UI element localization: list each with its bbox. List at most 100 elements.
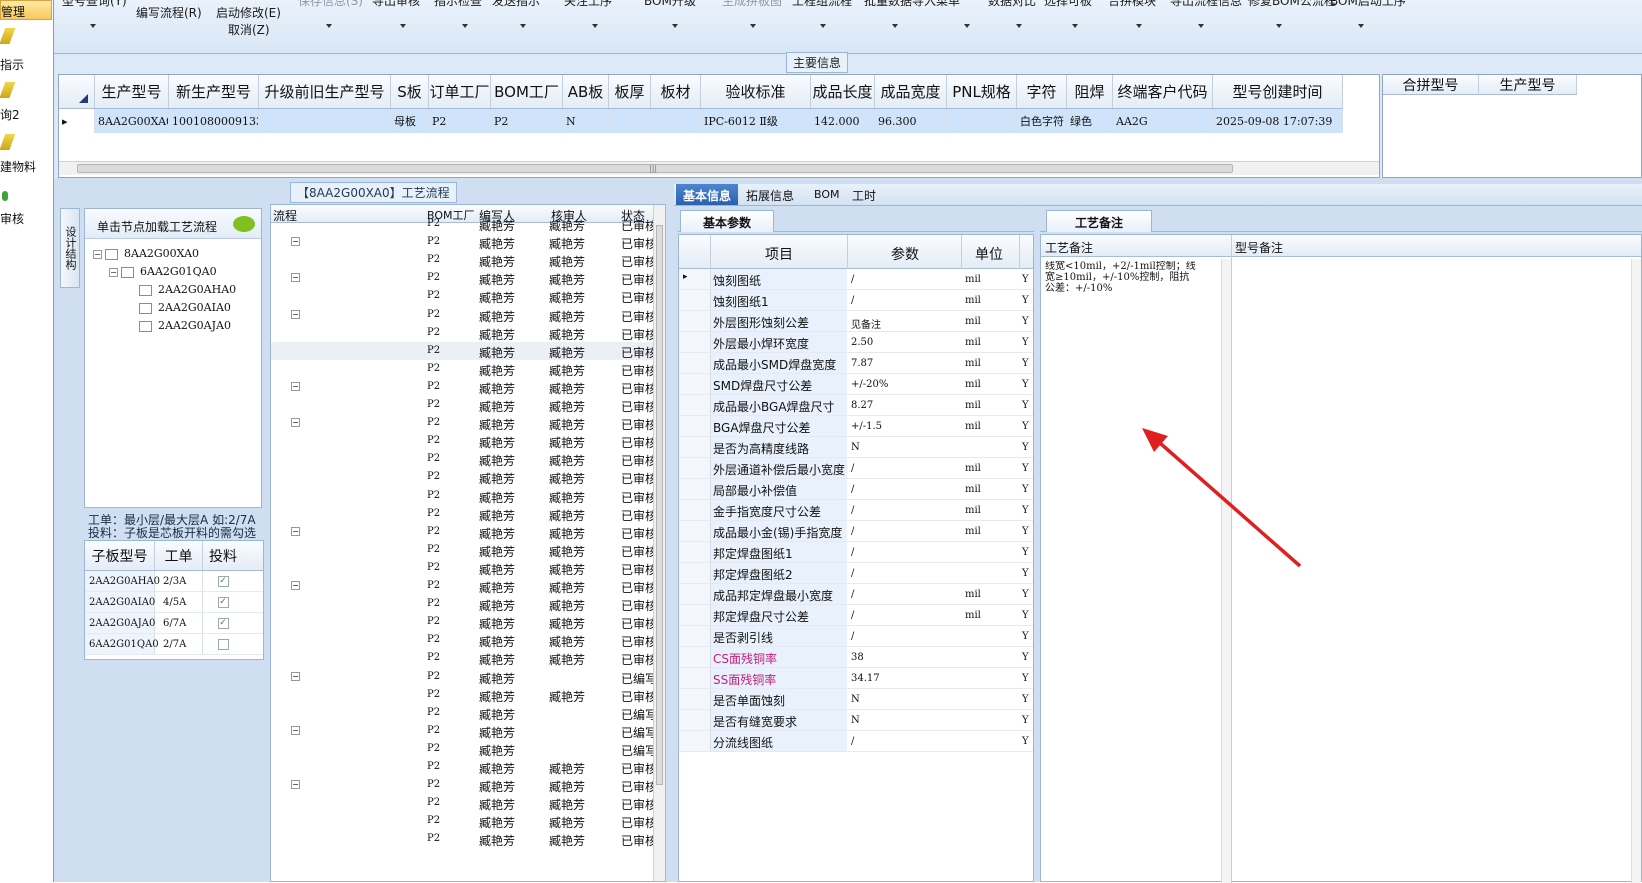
param-row[interactable]: 成品邦定焊盘最小宽度 / mil Y	[679, 584, 1033, 605]
flow-row[interactable]: 沉金1P2臧艳芳臧艳芳已审核	[271, 631, 655, 649]
tab-process-notes[interactable]: 工艺备注	[1046, 210, 1153, 232]
param-row[interactable]: 蚀刻图纸1 / mil Y	[679, 290, 1033, 311]
table-cell[interactable]: 白色字符	[1017, 109, 1067, 133]
table-cell[interactable]: 母板	[391, 109, 429, 133]
horizontal-scrollbar[interactable]: |||	[59, 161, 1379, 175]
dropdown-caret-icon[interactable]	[1072, 24, 1078, 28]
column-header[interactable]: 字符	[1017, 75, 1067, 108]
param-row[interactable]: 邦定焊盘图纸1 / Y	[679, 542, 1033, 563]
param-value[interactable]: /	[851, 568, 854, 579]
column-header[interactable]: BOM工厂	[491, 75, 563, 108]
param-value[interactable]: 38	[851, 652, 864, 663]
start-modify-button[interactable]: 启动修改(E)	[216, 4, 281, 21]
col-order[interactable]: 工单	[155, 541, 203, 570]
tab-basic-info[interactable]: 基本信息	[676, 184, 739, 205]
column-header[interactable]: 终端客户代码	[1113, 75, 1213, 108]
flow-row[interactable]: 字符P2臧艳芳臧艳芳已审核	[271, 541, 655, 559]
param-row[interactable]: 是否单面蚀刻 N Y	[679, 689, 1033, 710]
checkbox[interactable]: ✓	[217, 596, 229, 608]
column-header[interactable]: 成品宽度	[875, 75, 947, 108]
param-value[interactable]: 2.50	[851, 337, 873, 348]
ribbon-button[interactable]: 型号查询(Y)	[62, 0, 127, 9]
column-header[interactable]: PNL规格	[947, 75, 1017, 108]
ribbon-button[interactable]: 批量数据导入	[864, 0, 936, 9]
ribbon-button[interactable]: 指示检查	[434, 0, 482, 9]
column-header[interactable]: 阻焊	[1067, 75, 1113, 108]
param-row[interactable]: 金手指宽度尺寸公差 / mil Y	[679, 500, 1033, 521]
ribbon-button[interactable]: BOM启动工序	[1330, 0, 1406, 9]
param-value[interactable]: /	[851, 589, 854, 600]
table-cell[interactable]: 8AA2G00XA0	[95, 109, 169, 133]
process-note-text[interactable]: 线宽<10mil，+2/-1mil控制；线 宽≥10mil，+/-10%控制，阻…	[1045, 261, 1221, 294]
flow-row[interactable]: 功能检查P2臧艳芳臧艳芳已审核	[271, 794, 655, 812]
flow-row[interactable]: 图形电镀1P2臧艳芳臧艳芳已审核	[271, 287, 655, 305]
flow-row[interactable]: 碱性蚀刻1P2臧艳芳臧艳芳已审核	[271, 341, 655, 360]
dropdown-caret-icon[interactable]	[672, 24, 678, 28]
tab-hours[interactable]: 工时	[852, 187, 876, 204]
column-header[interactable]: S板	[391, 75, 429, 108]
collapse-icon[interactable]: −	[291, 780, 300, 790]
flow-row[interactable]: 电子测试P2臧艳芳已编写	[271, 704, 655, 722]
dropdown-caret-icon[interactable]	[1136, 24, 1142, 28]
flow-row[interactable]: 显影1P2臧艳芳臧艳芳已审核	[271, 505, 655, 523]
table-cell[interactable]	[609, 109, 651, 133]
dropdown-caret-icon[interactable]	[326, 24, 332, 28]
param-value[interactable]: /	[851, 610, 854, 621]
param-value[interactable]: N	[851, 694, 860, 705]
tree-node-leaf[interactable]: 2AA2G0AJA0	[139, 319, 231, 332]
col-item[interactable]: 项目	[765, 244, 793, 264]
dropdown-caret-icon[interactable]	[520, 24, 526, 28]
param-value[interactable]: /	[851, 736, 854, 747]
order-cell[interactable]: 2/3A	[155, 571, 203, 591]
col-sub-model[interactable]: 子板型号	[85, 541, 155, 570]
flow-row[interactable]: −图形电镀1P2臧艳芳臧艳芳已审核	[271, 269, 655, 287]
column-header[interactable]: 新生产型号	[169, 75, 259, 108]
param-row[interactable]: 是否有缝宽要求 N Y	[679, 710, 1033, 731]
table-cell[interactable]	[651, 109, 701, 133]
table-cell[interactable]: 142.000	[811, 109, 875, 133]
param-row[interactable]: 成品最小SMD焊盘宽度 7.87 mil Y	[679, 353, 1033, 374]
param-value[interactable]: N	[851, 442, 860, 453]
param-value[interactable]: /	[851, 505, 854, 516]
col-process-note[interactable]: 工艺备注	[1045, 239, 1093, 256]
flow-row[interactable]: 终固化P2臧艳芳臧艳芳已审核	[271, 559, 655, 577]
ribbon-button[interactable]: 生成拼板图	[722, 0, 782, 9]
nav-item-instruction[interactable]: 指示	[0, 56, 52, 72]
flow-row[interactable]: 丝印1P2臧艳芳臧艳芳已审核	[271, 450, 655, 468]
tab-design-structure[interactable]: 设计结构	[60, 208, 80, 288]
dropdown-caret-icon[interactable]	[1016, 24, 1022, 28]
column-header[interactable]: 合拼型号	[1383, 75, 1479, 94]
param-value[interactable]: /	[851, 547, 854, 558]
order-cell[interactable]: 2/7A	[155, 634, 203, 654]
checkbox[interactable]: ✓	[217, 617, 229, 629]
ribbon-button[interactable]: 合拼模块	[1108, 0, 1156, 9]
param-value[interactable]: /	[851, 631, 854, 642]
col-unit[interactable]: 单位	[975, 244, 1003, 264]
param-row[interactable]: 是否剥引线 / Y	[679, 626, 1033, 647]
flow-row[interactable]: 外层AOI3P2臧艳芳臧艳芳已审核	[271, 396, 655, 414]
table-cell[interactable]: P2	[491, 109, 563, 133]
checkbox[interactable]	[217, 638, 229, 650]
ribbon-button[interactable]: 导出流程信息	[1170, 0, 1242, 9]
dropdown-caret-icon[interactable]	[1276, 24, 1282, 28]
flow-row[interactable]: −外层干膜2P2臧艳芳臧艳芳已审核	[271, 233, 655, 251]
collapse-icon[interactable]: −	[291, 418, 300, 428]
param-row[interactable]: 是否为高精度线路 N Y	[679, 437, 1033, 458]
table-row[interactable]: 6AA2G01QA0 2/7A	[85, 634, 263, 655]
nav-item-create-material[interactable]: 建物料	[0, 158, 52, 174]
ribbon-button[interactable]: 选择可板	[1044, 0, 1092, 9]
flow-row[interactable]: 板边包胶1P2臧艳芳臧艳芳已审核	[271, 613, 655, 631]
tree-node-leaf[interactable]: 2AA2G0AHA0	[139, 283, 236, 296]
param-row[interactable]: 邦定焊盘尺寸公差 / mil Y	[679, 605, 1033, 626]
ribbon-button[interactable]: BOM升级	[644, 0, 696, 9]
nav-item-review[interactable]: 审核	[0, 210, 52, 226]
write-flow-button[interactable]: 编写流程(R)	[136, 4, 202, 21]
param-value[interactable]: /	[851, 526, 854, 537]
param-row[interactable]: 成品最小金(锡)手指宽度 / mil Y	[679, 521, 1033, 542]
param-row[interactable]: 外层最小焊环宽度 2.50 mil Y	[679, 332, 1033, 353]
vertical-scrollbar[interactable]	[653, 205, 665, 881]
column-header[interactable]: 验收标准	[701, 75, 811, 108]
param-value[interactable]: 34.17	[851, 673, 880, 684]
dropdown-caret-icon[interactable]	[592, 24, 598, 28]
flow-row[interactable]: 成品清洗P2臧艳芳臧艳芳已审核	[271, 758, 655, 776]
